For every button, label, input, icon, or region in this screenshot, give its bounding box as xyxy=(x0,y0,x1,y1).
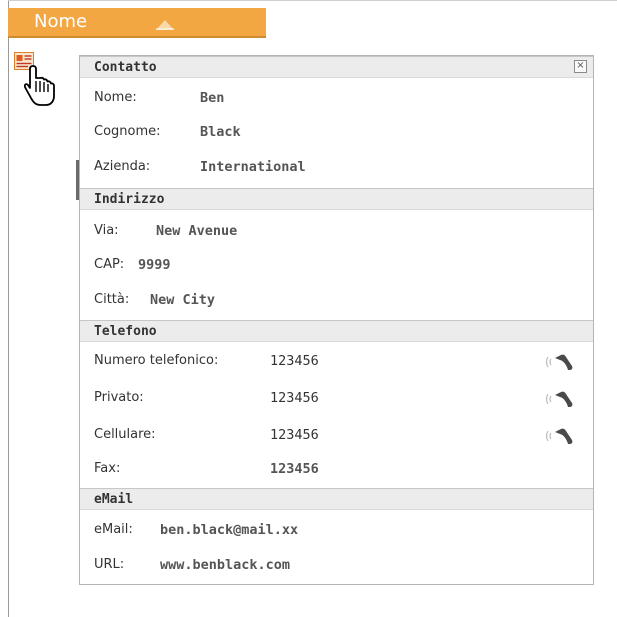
section-header-telefono: Telefono xyxy=(80,320,593,342)
field-value: Black xyxy=(200,124,241,140)
row-cognome: Cognome: Black xyxy=(80,117,593,151)
close-button[interactable]: × xyxy=(574,60,587,73)
row-azienda: Azienda: International xyxy=(80,152,593,186)
field-value: New Avenue xyxy=(156,223,238,239)
field-value: 9999 xyxy=(138,257,171,273)
row-fax: Fax: 123456 xyxy=(80,454,593,488)
phone-call-icon[interactable] xyxy=(542,353,576,371)
section-header-indirizzo: Indirizzo xyxy=(80,188,593,210)
field-label: Fax: xyxy=(94,461,121,476)
field-label: Nome: xyxy=(94,90,137,105)
section-header-contatto: Contatto × xyxy=(80,56,593,78)
field-label: URL: xyxy=(94,557,125,572)
email-link[interactable]: ben.black@mail.xx xyxy=(160,522,298,538)
field-label: eMail: xyxy=(94,522,133,537)
hand-pointer-icon xyxy=(24,65,55,106)
field-label: CAP: xyxy=(94,257,125,272)
field-value: 123456 xyxy=(270,461,319,477)
field-value: 123456 xyxy=(270,353,319,369)
section-title: Indirizzo xyxy=(94,192,165,207)
row-privato: Privato: 123456 xyxy=(80,383,593,417)
field-label: Via: xyxy=(94,223,119,238)
field-value: New City xyxy=(150,292,216,308)
row-nome: Nome: Ben xyxy=(80,83,593,117)
list-top-border xyxy=(8,0,617,1)
section-title: Telefono xyxy=(94,324,157,339)
column-header-nome[interactable]: Nome xyxy=(8,8,266,38)
row-numero-telefonico: Numero telefonico: 123456 xyxy=(80,346,593,380)
list-left-border xyxy=(8,0,9,617)
field-value: International xyxy=(200,159,306,175)
url-link[interactable]: www.benblack.com xyxy=(160,557,290,573)
field-label: Città: xyxy=(94,292,130,307)
contact-card-icon[interactable] xyxy=(14,52,34,70)
row-citta: Città: New City xyxy=(80,285,593,319)
field-value: 123456 xyxy=(270,427,319,443)
sort-ascending-icon xyxy=(156,20,174,30)
row-url: URL: www.benblack.com xyxy=(80,550,593,584)
field-label: Azienda: xyxy=(94,159,151,174)
row-cap: CAP: 9999 xyxy=(80,250,593,284)
field-label: Cellulare: xyxy=(94,427,156,442)
row-email: eMail: ben.black@mail.xx xyxy=(80,515,593,549)
contact-card-popup: Contatto × Nome: Ben Cognome: Black Azie… xyxy=(79,55,594,585)
phone-call-icon[interactable] xyxy=(542,427,576,445)
field-value: 123456 xyxy=(270,390,319,406)
phone-call-icon[interactable] xyxy=(542,390,576,408)
field-label: Cognome: xyxy=(94,124,161,139)
section-title: eMail xyxy=(94,492,134,507)
row-via: Via: New Avenue xyxy=(80,216,593,250)
section-header-email: eMail xyxy=(80,488,593,510)
row-cellulare: Cellulare: 123456 xyxy=(80,420,593,454)
column-header-label: Nome xyxy=(34,11,88,32)
field-value: Ben xyxy=(200,90,225,106)
field-label: Privato: xyxy=(94,390,144,405)
section-title: Contatto xyxy=(94,60,157,75)
field-label: Numero telefonico: xyxy=(94,353,219,368)
